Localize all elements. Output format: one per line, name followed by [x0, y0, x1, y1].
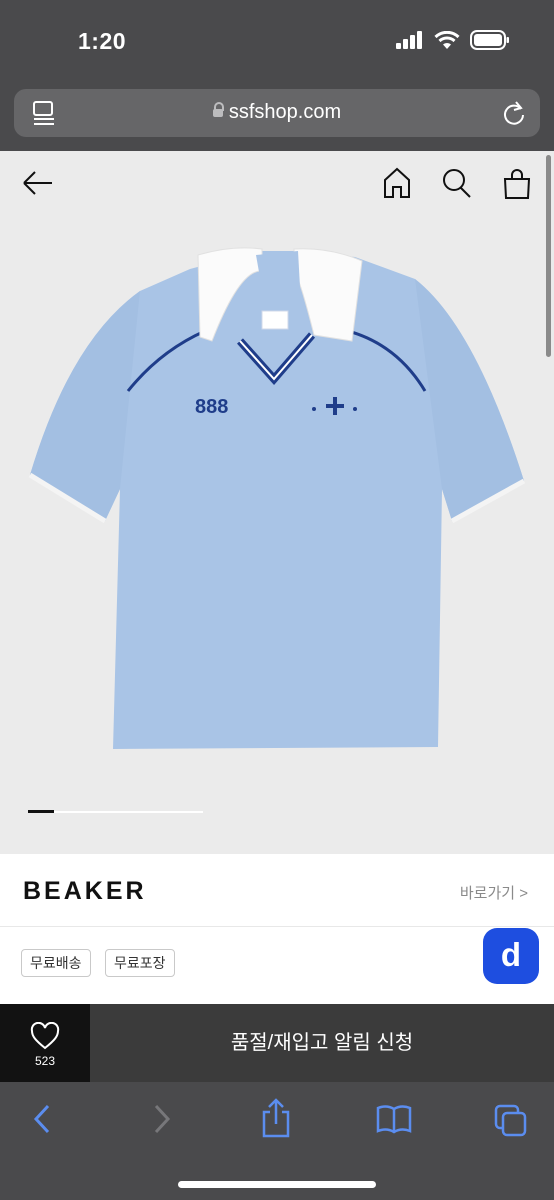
back-arrow-icon[interactable] [22, 169, 54, 197]
like-count: 523 [34, 1054, 56, 1068]
carousel-indicator [28, 810, 203, 813]
forward-icon[interactable] [150, 1102, 174, 1136]
home-icon[interactable] [382, 167, 412, 199]
page-nav-icons [382, 167, 532, 199]
tag-free-shipping: 무료배송 [21, 949, 91, 977]
status-bar: 1:20 [0, 0, 554, 80]
svg-text:888: 888 [195, 396, 228, 418]
brand-row[interactable]: BEAKER 바로가기 > [0, 854, 554, 927]
bookmarks-icon[interactable] [376, 1104, 412, 1134]
url-field[interactable]: ssfshop.com [14, 101, 540, 124]
battery-icon [470, 30, 509, 50]
signal-icon [396, 31, 422, 49]
tabs-icon[interactable] [494, 1104, 528, 1138]
wifi-icon [434, 30, 460, 49]
brand-name: BEAKER [23, 877, 147, 905]
brand-shortcut-link[interactable]: 바로가기 > [460, 882, 528, 903]
benefit-tags: 무료배송 무료포장 [0, 927, 554, 1004]
scrollbar[interactable] [546, 155, 551, 357]
url-text: ssfshop.com [228, 101, 342, 123]
share-icon[interactable] [260, 1098, 292, 1138]
restock-notify-button[interactable]: 품절/재입고 알림 신청 [90, 1004, 554, 1082]
reload-icon[interactable] [502, 100, 526, 126]
address-bar[interactable]: ssfshop.com [14, 89, 540, 137]
product-image[interactable]: 888 [0, 151, 554, 854]
browser-toolbar [0, 1082, 554, 1200]
product-shirt-image: 888 [28, 247, 526, 749]
status-time: 1:20 [78, 28, 127, 54]
back-icon[interactable] [30, 1102, 54, 1136]
search-icon[interactable] [442, 167, 472, 199]
web-page: 888 BEAKER 바로가기 > 무료배송 무료포장 [0, 151, 554, 1004]
tag-free-wrapping: 무료포장 [105, 949, 175, 977]
floating-app-button[interactable]: d [483, 928, 539, 984]
carousel-indicator-fill [28, 810, 54, 813]
home-indicator [178, 1181, 376, 1188]
bottom-cta-bar: 523 품절/재입고 알림 신청 [0, 1004, 554, 1082]
lock-icon [212, 102, 224, 117]
fab-label: d [500, 936, 522, 973]
like-button[interactable]: 523 [0, 1004, 90, 1082]
status-icons [396, 30, 510, 50]
heart-icon [30, 1022, 60, 1050]
cart-icon[interactable] [502, 167, 532, 199]
